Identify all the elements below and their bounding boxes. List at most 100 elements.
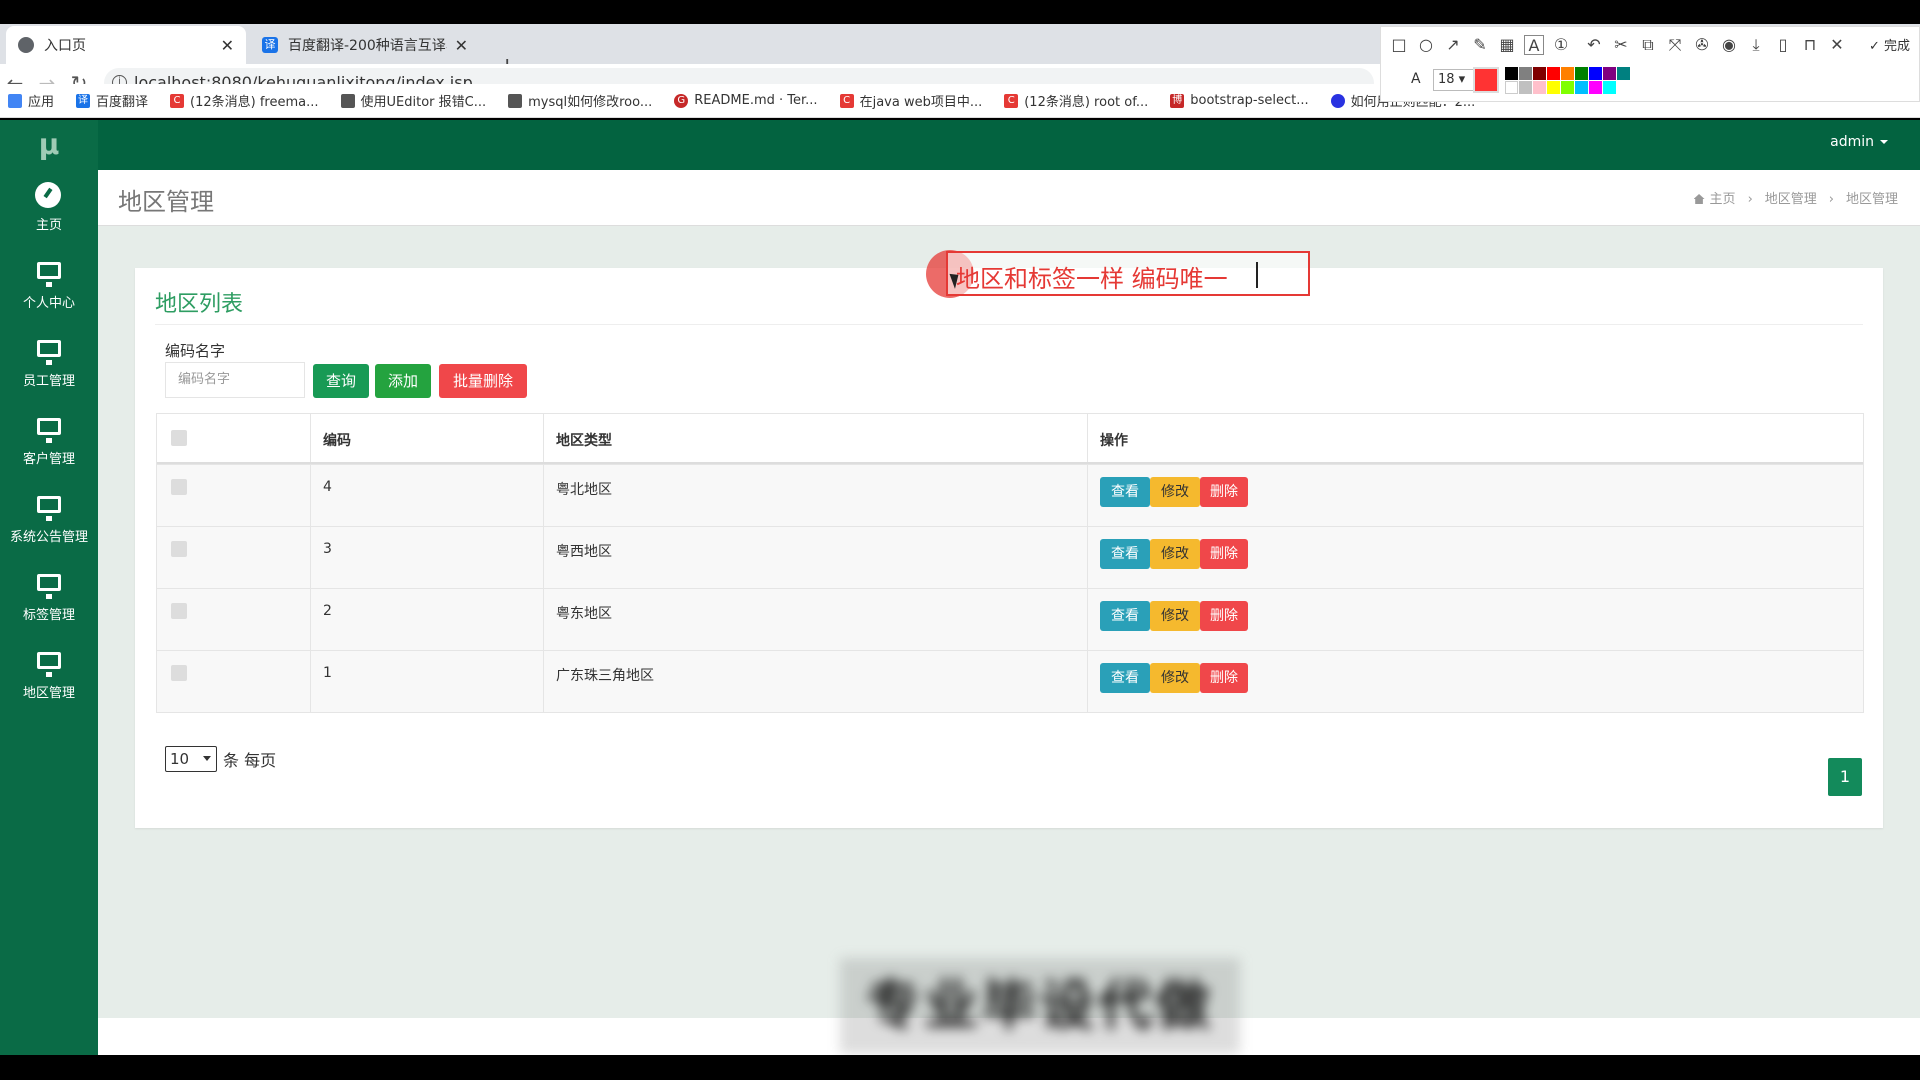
translate-icon: 译 bbox=[262, 37, 278, 53]
color-swatch[interactable] bbox=[1533, 81, 1546, 94]
monitor-icon bbox=[35, 416, 63, 443]
sidebar-item-notices[interactable]: 系统公告管理 bbox=[0, 488, 98, 562]
cell-actions: 查看 修改 删除 bbox=[1087, 651, 1865, 712]
delete-button[interactable]: 删除 bbox=[1200, 663, 1248, 693]
arrow-tool-icon[interactable]: ↗ bbox=[1443, 35, 1463, 55]
pin-screen-icon[interactable]: ✇ bbox=[1692, 35, 1712, 55]
top-navbar: admin bbox=[0, 120, 1920, 170]
edit-button[interactable]: 修改 bbox=[1150, 539, 1200, 569]
color-swatch[interactable] bbox=[1505, 81, 1518, 94]
download-icon[interactable]: ⤓ bbox=[1746, 35, 1766, 55]
ellipse-tool-icon[interactable]: ○ bbox=[1416, 35, 1436, 55]
bookmark[interactable]: G README.md · Ter... bbox=[674, 93, 818, 108]
color-swatch[interactable] bbox=[1519, 67, 1532, 80]
breadcrumb-separator: › bbox=[1747, 192, 1753, 207]
select-all-checkbox[interactable] bbox=[171, 430, 187, 446]
sidebar: μ 主页 个人中心 员工管理 客户管理 系统公告管理 标签管理 地区管理 bbox=[0, 120, 98, 1055]
close-icon[interactable]: ✕ bbox=[1827, 35, 1847, 55]
csdn-icon: C bbox=[1004, 93, 1019, 108]
color-swatch[interactable] bbox=[1575, 67, 1588, 80]
view-button[interactable]: 查看 bbox=[1100, 663, 1150, 693]
bookmark-tool-icon[interactable]: ⊓ bbox=[1800, 35, 1820, 55]
delete-button[interactable]: 删除 bbox=[1200, 477, 1248, 507]
color-swatch[interactable] bbox=[1617, 67, 1630, 80]
color-swatch[interactable] bbox=[1589, 67, 1602, 80]
tab-title: 入口页 bbox=[44, 38, 86, 54]
undo-icon[interactable]: ↶ bbox=[1584, 35, 1604, 55]
bookmark[interactable]: 博 bootstrap-select... bbox=[1170, 93, 1309, 108]
font-size-select[interactable]: 18 ▾ bbox=[1433, 69, 1477, 91]
color-swatch[interactable] bbox=[1505, 67, 1518, 80]
color-swatch[interactable] bbox=[1603, 81, 1616, 94]
view-button[interactable]: 查看 bbox=[1100, 477, 1150, 507]
bookmark[interactable]: C (12条消息) root of... bbox=[1004, 91, 1148, 110]
row-checkbox[interactable] bbox=[171, 541, 187, 557]
bookmark[interactable]: mysql如何修改roo... bbox=[508, 91, 652, 110]
color-swatch[interactable] bbox=[1547, 67, 1560, 80]
color-swatch[interactable] bbox=[1561, 81, 1574, 94]
mosaic-tool-icon[interactable]: ▦ bbox=[1497, 35, 1517, 55]
row-checkbox[interactable] bbox=[171, 603, 187, 619]
bookmark-label: 百度翻译 bbox=[96, 95, 149, 110]
close-tab-icon[interactable]: ✕ bbox=[455, 36, 468, 55]
baidu-icon bbox=[1330, 93, 1345, 108]
sidebar-item-regions[interactable]: 地区管理 bbox=[0, 644, 98, 718]
sidebar-item-customers[interactable]: 客户管理 bbox=[0, 410, 98, 484]
edit-button[interactable]: 修改 bbox=[1150, 477, 1200, 507]
sidebar-item-profile[interactable]: 个人中心 bbox=[0, 254, 98, 328]
color-swatch[interactable] bbox=[1547, 81, 1560, 94]
sidebar-item-employees[interactable]: 员工管理 bbox=[0, 332, 98, 406]
breadcrumb-item[interactable]: 地区管理 bbox=[1765, 192, 1817, 207]
user-menu[interactable]: admin bbox=[1830, 134, 1888, 150]
color-swatch[interactable] bbox=[1533, 67, 1546, 80]
edit-button[interactable]: 修改 bbox=[1150, 663, 1200, 693]
view-button[interactable]: 查看 bbox=[1100, 601, 1150, 631]
close-tab-icon[interactable]: ✕ bbox=[221, 36, 234, 55]
view-button[interactable]: 查看 bbox=[1100, 539, 1150, 569]
bookmark[interactable]: 译百度翻译 bbox=[76, 91, 148, 110]
bookmark[interactable]: 使用UEditor 报错C... bbox=[340, 91, 487, 110]
number-tool-icon[interactable]: ① bbox=[1551, 35, 1571, 55]
row-checkbox[interactable] bbox=[171, 665, 187, 681]
color-swatch[interactable] bbox=[1519, 81, 1532, 94]
page-size-select[interactable]: 10 bbox=[165, 746, 217, 772]
phone-icon[interactable]: ▯ bbox=[1773, 35, 1793, 55]
browser-tab[interactable]: 译 百度翻译-200种语言互译、沟通 ✕ bbox=[250, 26, 480, 64]
browser-tab-active[interactable]: 入口页 ✕ bbox=[6, 26, 246, 64]
row-checkbox[interactable] bbox=[171, 479, 187, 495]
color-swatch[interactable] bbox=[1575, 81, 1588, 94]
column-header-code: 编码 bbox=[310, 414, 543, 462]
sidebar-item-tags[interactable]: 标签管理 bbox=[0, 566, 98, 640]
ocr-icon[interactable]: ⤧ bbox=[1665, 35, 1685, 55]
dashboard-icon bbox=[35, 182, 63, 208]
bookmark-apps[interactable]: 应用 bbox=[8, 91, 54, 110]
batch-delete-button[interactable]: 批量删除 bbox=[439, 364, 527, 398]
rectangle-tool-icon[interactable]: □ bbox=[1389, 35, 1409, 55]
bookmark-label: 使用UEditor 报错C... bbox=[360, 95, 487, 110]
color-swatch[interactable] bbox=[1561, 67, 1574, 80]
breadcrumb-home[interactable]: 主页 bbox=[1710, 192, 1736, 207]
current-color-swatch[interactable] bbox=[1473, 67, 1499, 93]
add-button[interactable]: 添加 bbox=[375, 364, 431, 398]
color-swatch[interactable] bbox=[1603, 67, 1616, 80]
page-number-button[interactable]: 1 bbox=[1828, 758, 1862, 796]
bookmark[interactable]: C 在java web项目中... bbox=[839, 91, 982, 110]
color-swatch[interactable] bbox=[1589, 81, 1602, 94]
text-tool-icon[interactable]: A bbox=[1524, 35, 1544, 55]
done-button[interactable]: ✓ 完成 bbox=[1869, 35, 1910, 54]
cell-type: 广东珠三角地区 bbox=[543, 651, 1087, 712]
pen-tool-icon[interactable]: ✎ bbox=[1470, 35, 1490, 55]
bookmark[interactable]: C (12条消息) freema... bbox=[170, 91, 319, 110]
delete-button[interactable]: 删除 bbox=[1200, 539, 1248, 569]
search-input[interactable]: 编码名字 bbox=[165, 362, 305, 398]
pin-icon[interactable]: ✂ bbox=[1611, 35, 1631, 55]
translate-tool-icon[interactable]: ⧉ bbox=[1638, 35, 1658, 55]
query-button[interactable]: 查询 bbox=[313, 364, 369, 398]
record-icon[interactable]: ◉ bbox=[1719, 35, 1739, 55]
delete-button[interactable]: 删除 bbox=[1200, 601, 1248, 631]
select-all-cell bbox=[157, 414, 310, 462]
annotation-text-box[interactable]: 地区和标签一样 编码唯一 bbox=[946, 251, 1310, 296]
sidebar-item-home[interactable]: 主页 bbox=[0, 176, 98, 250]
edit-button[interactable]: 修改 bbox=[1150, 601, 1200, 631]
row-select-cell bbox=[157, 589, 310, 650]
